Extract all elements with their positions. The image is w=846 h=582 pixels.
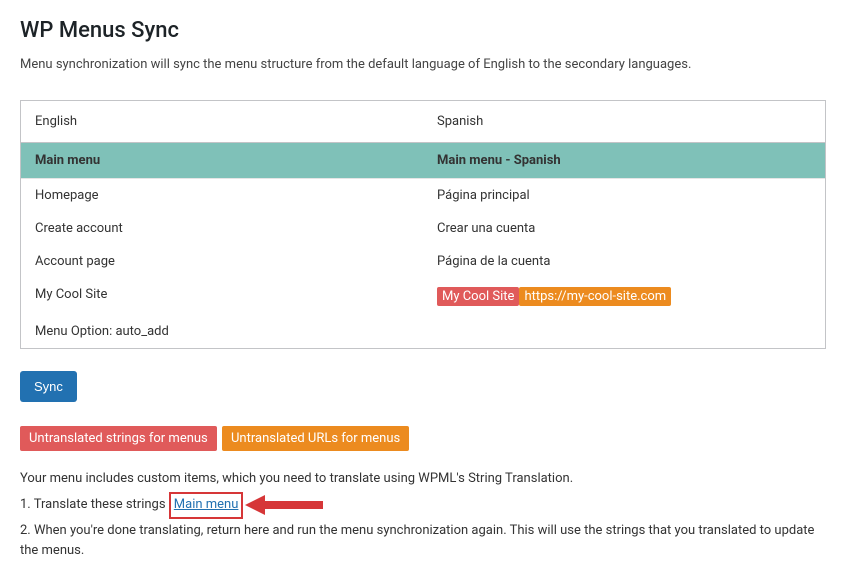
page-intro: Menu synchronization will sync the menu …	[20, 57, 826, 72]
item-spanish-custom: My Cool Sitehttps://my-cool-site.com	[423, 278, 825, 315]
item-spanish: Crear una cuenta	[423, 212, 825, 245]
main-menu-link-highlight: Main menu	[169, 492, 244, 519]
item-english: Account page	[21, 245, 423, 278]
item-english: My Cool Site	[21, 278, 423, 315]
column-header-english: English	[21, 101, 423, 142]
untranslated-url-badge: https://my-cool-site.com	[519, 287, 671, 306]
main-menu-link[interactable]: Main menu	[174, 497, 239, 512]
arrow-annotation-icon	[245, 493, 325, 517]
instructions-step2: 2. When you're done translating, return …	[20, 521, 826, 563]
page-title: WP Menus Sync	[20, 18, 826, 43]
table-row-custom: My Cool Site My Cool Sitehttps://my-cool…	[21, 278, 825, 315]
instructions-step1: 1. Translate these strings Main menu	[20, 492, 826, 519]
legend: Untranslated strings for menus Untransla…	[20, 426, 826, 451]
table-row: Account page Página de la cuenta	[21, 245, 825, 278]
table-row-option: Menu Option: auto_add	[21, 315, 825, 348]
menu-sync-table: English Spanish Main menu Main menu - Sp…	[20, 100, 826, 349]
item-english: Create account	[21, 212, 423, 245]
table-row: Homepage Página principal	[21, 179, 825, 212]
menu-option: Menu Option: auto_add	[21, 315, 423, 348]
legend-strings-badge: Untranslated strings for menus	[20, 426, 217, 451]
column-header-spanish: Spanish	[423, 101, 825, 142]
item-english: Homepage	[21, 179, 423, 212]
item-spanish: Página principal	[423, 179, 825, 212]
menu-name-spanish: Main menu - Spanish	[423, 143, 825, 178]
table-row: Create account Crear una cuenta	[21, 212, 825, 245]
instructions: Your menu includes custom items, which y…	[20, 469, 826, 562]
menu-name-english: Main menu	[21, 143, 423, 178]
untranslated-string-badge: My Cool Site	[437, 287, 519, 306]
sync-button[interactable]: Sync	[20, 371, 77, 402]
item-spanish: Página de la cuenta	[423, 245, 825, 278]
instructions-intro: Your menu includes custom items, which y…	[20, 469, 826, 490]
menu-name-row: Main menu Main menu - Spanish	[21, 143, 825, 179]
legend-urls-badge: Untranslated URLs for menus	[222, 426, 409, 451]
table-header-row: English Spanish	[21, 101, 825, 143]
